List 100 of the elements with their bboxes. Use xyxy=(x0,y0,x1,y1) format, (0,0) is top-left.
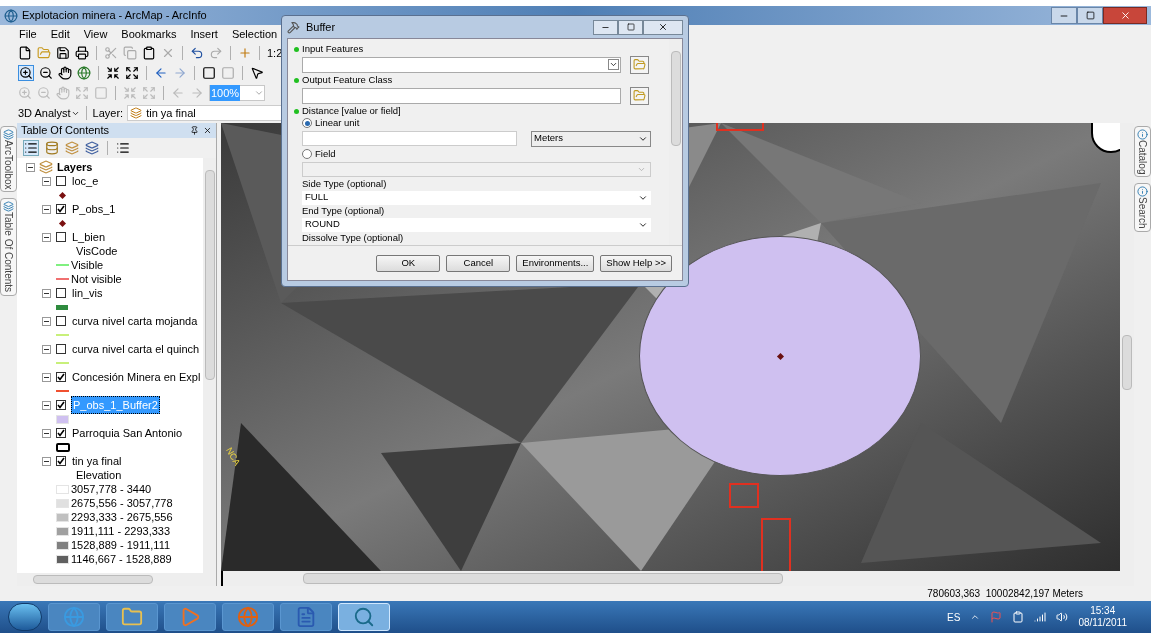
print-icon[interactable] xyxy=(75,46,89,60)
maximize-button[interactable] xyxy=(618,19,643,35)
dialog-button[interactable]: Show Help >> xyxy=(600,254,672,272)
zoom-in-icon[interactable] xyxy=(18,65,34,81)
layer-checkbox[interactable] xyxy=(56,428,66,438)
layer-checkbox[interactable] xyxy=(56,204,66,214)
menu-item[interactable]: File xyxy=(19,25,37,43)
layer-checkbox[interactable] xyxy=(56,232,66,242)
pointer-icon[interactable] xyxy=(250,66,264,80)
dialog-button[interactable]: OK xyxy=(376,254,441,272)
options-icon[interactable] xyxy=(116,141,130,155)
clock[interactable]: 15:34 08/11/2011 xyxy=(1078,605,1143,629)
close-icon[interactable] xyxy=(658,22,668,32)
option-select[interactable]: ROUND xyxy=(302,217,651,232)
list-by-drawing-order-icon[interactable] xyxy=(23,140,39,156)
radio-button[interactable] xyxy=(302,149,312,159)
collapse-icon[interactable] xyxy=(42,176,51,186)
layer-checkbox[interactable] xyxy=(56,344,66,354)
side-tab[interactable]: ArcToolbox xyxy=(0,126,17,193)
layer-name[interactable]: Concesión Minera en Expl xyxy=(71,368,202,386)
language-indicator[interactable]: ES xyxy=(947,609,961,625)
back-icon[interactable] xyxy=(154,66,168,80)
layer-checkbox[interactable] xyxy=(56,456,66,466)
radio-button[interactable] xyxy=(302,118,312,128)
radio-label[interactable]: Field xyxy=(315,146,336,162)
collapse-icon[interactable] xyxy=(42,400,51,410)
list-by-visibility-icon[interactable] xyxy=(65,141,79,155)
layer-name[interactable]: lin_vis xyxy=(71,284,104,302)
layer-checkbox[interactable] xyxy=(56,316,66,326)
layer-checkbox[interactable] xyxy=(56,176,66,186)
paste-icon[interactable] xyxy=(142,46,156,60)
layer-name[interactable]: Parroquia San Antonio xyxy=(71,424,184,442)
layer-name[interactable]: L_bien xyxy=(71,228,107,246)
pin-icon[interactable] xyxy=(190,126,199,135)
new-document-icon[interactable] xyxy=(18,46,32,60)
layer-name[interactable]: P_obs_1 xyxy=(71,200,117,218)
legend-label: 1911,111 - 2293,333 xyxy=(71,523,171,539)
collapse-icon[interactable] xyxy=(42,428,51,438)
parameter-label: Side Type (optional) xyxy=(302,176,387,191)
horizontal-scrollbar[interactable] xyxy=(221,571,1134,586)
side-tab[interactable]: Table Of Contents xyxy=(0,198,17,296)
legend-label: 1528,889 - 1911,111 xyxy=(71,537,171,553)
horizontal-scrollbar[interactable] xyxy=(17,573,216,586)
close-icon[interactable] xyxy=(203,126,212,135)
layer-checkbox[interactable] xyxy=(56,400,66,410)
parameter-label: Input Features xyxy=(302,41,364,56)
app-icon xyxy=(4,8,18,23)
menu-item[interactable]: Insert xyxy=(190,25,218,43)
fixed-zoom-out-icon[interactable] xyxy=(125,66,139,80)
side-tab[interactable]: Search xyxy=(1134,183,1151,233)
unit-select[interactable]: Meters xyxy=(531,130,651,147)
3d-analyst-menu[interactable]: 3D Analyst xyxy=(18,104,80,122)
restore-icon[interactable] xyxy=(1085,11,1095,20)
distance-field[interactable] xyxy=(302,131,517,146)
collapse-icon[interactable] xyxy=(42,344,51,354)
caret-icon[interactable] xyxy=(608,59,619,70)
layer-checkbox[interactable] xyxy=(56,372,66,382)
network-icon[interactable] xyxy=(1034,611,1047,623)
layer-name[interactable]: curva nivel carta el quinch xyxy=(71,340,201,358)
layer-name[interactable]: tin ya final xyxy=(71,452,123,470)
menu-item[interactable]: Selection xyxy=(231,25,278,43)
collapse-icon[interactable] xyxy=(42,204,51,214)
collapse-icon[interactable] xyxy=(42,456,51,466)
collapse-icon[interactable] xyxy=(42,372,51,382)
browse-button[interactable] xyxy=(630,55,649,74)
dialog-button[interactable]: Cancel xyxy=(446,254,511,272)
save-icon[interactable] xyxy=(56,46,70,60)
menu-item[interactable]: Edit xyxy=(50,25,70,43)
list-by-selection-icon[interactable] xyxy=(85,141,99,155)
undo-icon[interactable] xyxy=(190,46,204,60)
layer-checkbox[interactable] xyxy=(56,288,66,298)
maximize-icon[interactable] xyxy=(626,23,635,31)
full-extent-icon[interactable] xyxy=(77,66,91,80)
layer-name[interactable]: curva nivel carta mojanda xyxy=(71,312,199,330)
field-combo[interactable] xyxy=(302,161,651,177)
output-feature-class-field[interactable] xyxy=(302,87,621,104)
select-features-icon[interactable] xyxy=(202,66,216,80)
collapse-icon[interactable] xyxy=(42,288,51,298)
minimize-button[interactable] xyxy=(1051,7,1077,24)
browse-button[interactable] xyxy=(630,86,649,105)
pan-icon[interactable] xyxy=(58,66,72,80)
show-hidden-icons-icon[interactable] xyxy=(970,612,981,622)
side-tab[interactable]: Catalog xyxy=(1134,126,1151,178)
collapse-icon[interactable] xyxy=(26,162,35,172)
start-button[interactable] xyxy=(8,603,42,631)
collapse-icon[interactable] xyxy=(42,232,51,242)
fixed-zoom-in-icon[interactable] xyxy=(106,66,120,80)
restore-button[interactable] xyxy=(1077,7,1103,24)
zoom-out-icon[interactable] xyxy=(39,66,53,80)
layers-icon xyxy=(130,107,143,119)
legend-label: 1146,667 - 1528,889 xyxy=(71,551,172,567)
dialog-button[interactable]: Environments... xyxy=(516,254,595,272)
collapse-icon[interactable] xyxy=(42,316,51,326)
menu-item[interactable]: View xyxy=(83,25,108,43)
menu-item[interactable]: Bookmarks xyxy=(121,25,177,43)
option-select[interactable]: FULL xyxy=(302,190,651,205)
input-features-combo[interactable] xyxy=(302,56,621,73)
volume-icon[interactable] xyxy=(1056,611,1069,623)
clipboard-icon[interactable] xyxy=(1012,611,1025,623)
list-by-source-icon[interactable] xyxy=(45,141,59,155)
